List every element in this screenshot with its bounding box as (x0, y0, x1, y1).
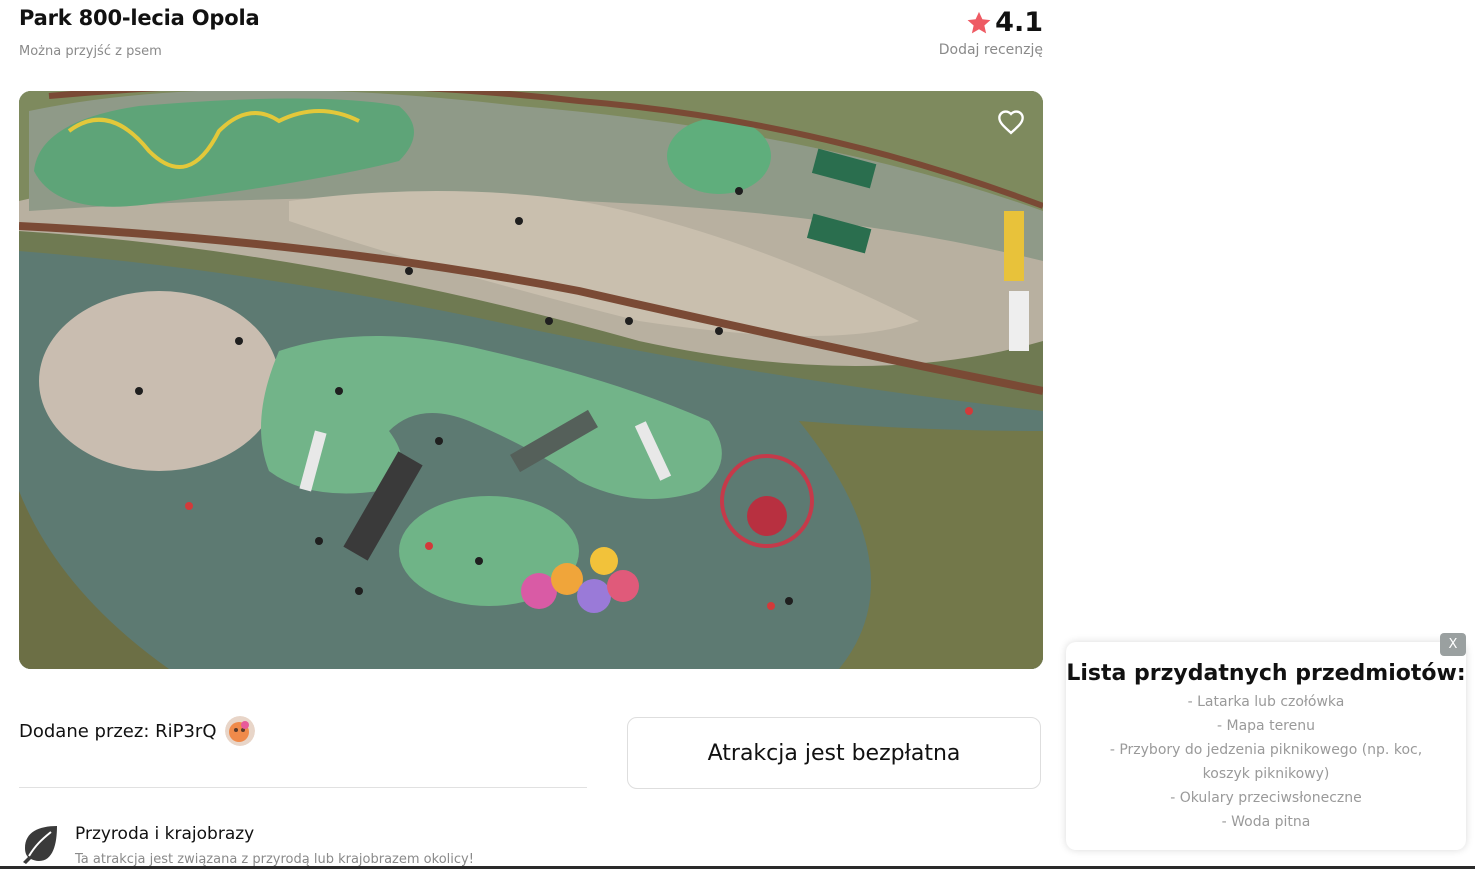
page-title: Park 800-lecia Opola (19, 6, 260, 30)
avatar[interactable] (224, 716, 255, 746)
close-button[interactable]: X (1440, 633, 1466, 656)
attraction-page: Park 800-lecia Opola Można przyjść z pse… (0, 0, 1475, 869)
pet-friendly-note: Można przyjść z psem (19, 44, 162, 59)
list-item: - Mapa terenu (1217, 718, 1315, 734)
rating-value: 4.1 (995, 7, 1043, 38)
attraction-photo (19, 91, 1043, 669)
leaf-icon (19, 822, 61, 864)
playground-aerial-image (19, 91, 1043, 669)
star-icon (965, 9, 993, 37)
added-by-row: Dodane przez: RiP3rQ (19, 716, 255, 746)
list-item: - Okulary przeciwsłoneczne (1170, 790, 1362, 806)
category-text: Przyroda i krajobrazy Ta atrakcja jest z… (75, 822, 474, 867)
favorite-button[interactable] (997, 109, 1025, 137)
section-divider (19, 787, 587, 788)
rating-row: 4.1 (939, 6, 1043, 40)
attraction-header: Park 800-lecia Opola Można przyjść z pse… (19, 6, 260, 59)
list-item: - Woda pitna (1221, 814, 1311, 830)
category-nature: Przyroda i krajobrazy Ta atrakcja jest z… (19, 822, 474, 867)
list-item: - Przybory do jedzenia piknikowego (np. … (1109, 742, 1423, 782)
add-review-link[interactable]: Dodaj recenzję (939, 42, 1043, 58)
category-title: Przyroda i krajobrazy (75, 824, 255, 844)
category-description: Ta atrakcja jest związana z przyrodą lub… (75, 852, 474, 867)
price-info-box: Atrakcja jest bezpłatna (627, 717, 1041, 789)
useful-items-list: - Latarka lub czołówka - Mapa terenu - P… (1066, 690, 1466, 834)
useful-items-popup: X Lista przydatnych przedmiotów: - Latar… (1066, 633, 1466, 850)
free-admission-label: Atrakcja jest bezpłatna (707, 740, 961, 766)
added-by-label: Dodane przez: RiP3rQ (19, 720, 217, 742)
useful-items-title: Lista przydatnych przedmiotów: (1066, 661, 1466, 686)
rating-block: 4.1 Dodaj recenzję (939, 6, 1043, 58)
list-item: - Latarka lub czołówka (1187, 694, 1345, 710)
heart-icon (998, 110, 1024, 135)
